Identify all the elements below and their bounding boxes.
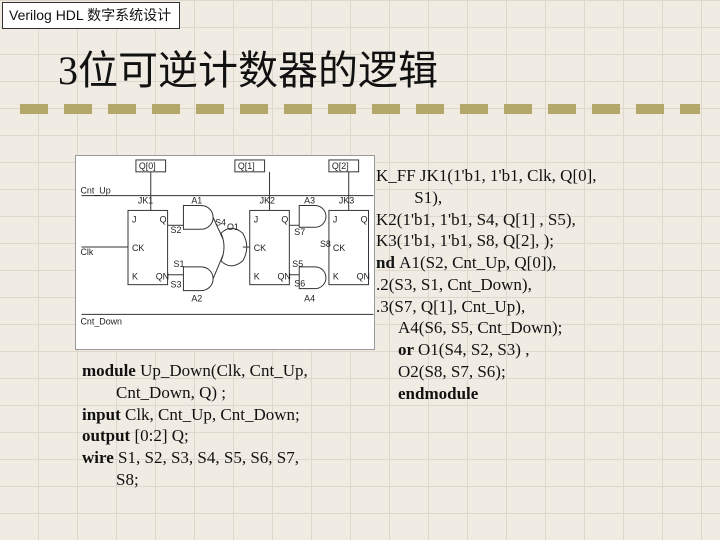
svg-text:CK: CK	[254, 243, 266, 253]
verilog-code-right: K_FF JK1(1'b1, 1'b1, Clk, Q[0], S1),K2(1…	[376, 165, 706, 404]
diagram-q1-label: Q[1]	[238, 161, 255, 171]
svg-text:S5: S5	[292, 259, 303, 269]
diagram-clk-label: Clk	[80, 247, 93, 257]
diagram-cntdown-label: Cnt_Down	[80, 316, 122, 326]
svg-text:CK: CK	[333, 243, 345, 253]
svg-text:S2: S2	[171, 225, 182, 235]
code-line: S1),	[376, 187, 706, 209]
code-line: endmodule	[376, 383, 706, 405]
code-line: .2(S3, S1, Cnt_Down),	[376, 274, 706, 296]
svg-text:K: K	[254, 272, 260, 282]
diagram-q2-label: Q[2]	[332, 161, 349, 171]
svg-text:S1: S1	[174, 259, 185, 269]
diagram-q0-label: Q[0]	[139, 161, 156, 171]
svg-text:J: J	[132, 214, 136, 224]
code-line: K2(1'b1, 1'b1, S4, Q[1] , S5),	[376, 209, 706, 231]
course-tag: Verilog HDL 数字系统设计	[2, 2, 180, 29]
svg-text:S4: S4	[215, 217, 226, 227]
svg-text:A3: A3	[304, 196, 315, 206]
logic-diagram: Q[0] Q[1] Q[2] Cnt_Up Clk Cnt_Down JK1 J…	[75, 155, 375, 350]
diagram-cntup-label: Cnt_Up	[80, 186, 110, 196]
svg-text:K: K	[132, 272, 138, 282]
code-line: O2(S8, S7, S6);	[376, 361, 706, 383]
code-line: K_FF JK1(1'b1, 1'b1, Clk, Q[0],	[376, 165, 706, 187]
diagram-jk2-label: JK2	[260, 196, 275, 206]
svg-text:A4: A4	[304, 293, 315, 303]
svg-text:QN: QN	[156, 272, 169, 282]
code-line: nd A1(S2, Cnt_Up, Q[0]),	[376, 252, 706, 274]
svg-text:J: J	[254, 214, 258, 224]
svg-text:A1: A1	[191, 196, 202, 206]
code-line: .3(S7, Q[1], Cnt_Up),	[376, 296, 706, 318]
page-title: 3位可逆计数器的逻辑	[58, 38, 438, 96]
code-line: output [0:2] Q;	[82, 425, 382, 447]
svg-text:S3: S3	[171, 280, 182, 290]
verilog-code-left: module Up_Down(Clk, Cnt_Up,Cnt_Down, Q) …	[82, 360, 382, 491]
svg-text:QN: QN	[357, 272, 370, 282]
svg-text:K: K	[333, 272, 339, 282]
diagram-jk1-label: JK1	[138, 196, 153, 206]
svg-text:QN: QN	[277, 272, 290, 282]
svg-text:S8: S8	[320, 239, 331, 249]
code-line: K3(1'b1, 1'b1, S8, Q[2], );	[376, 230, 706, 252]
code-line: S8;	[82, 469, 382, 491]
code-line: wire S1, S2, S3, S4, S5, S6, S7,	[82, 447, 382, 469]
diagram-jk3-label: JK3	[339, 196, 354, 206]
svg-text:CK: CK	[132, 243, 144, 253]
title-divider	[20, 104, 700, 114]
svg-text:Q: Q	[160, 214, 167, 224]
svg-text:S6: S6	[294, 279, 305, 289]
code-line: input Clk, Cnt_Up, Cnt_Down;	[82, 404, 382, 426]
svg-text:Q: Q	[361, 214, 368, 224]
svg-text:A2: A2	[191, 293, 202, 303]
svg-text:O1: O1	[227, 222, 239, 232]
svg-text:S7: S7	[294, 227, 305, 237]
code-line: or O1(S4, S2, S3) ,	[376, 339, 706, 361]
svg-text:Q: Q	[281, 214, 288, 224]
code-line: module Up_Down(Clk, Cnt_Up,	[82, 360, 382, 382]
svg-text:J: J	[333, 214, 337, 224]
code-line: A4(S6, S5, Cnt_Down);	[376, 317, 706, 339]
code-line: Cnt_Down, Q) ;	[82, 382, 382, 404]
